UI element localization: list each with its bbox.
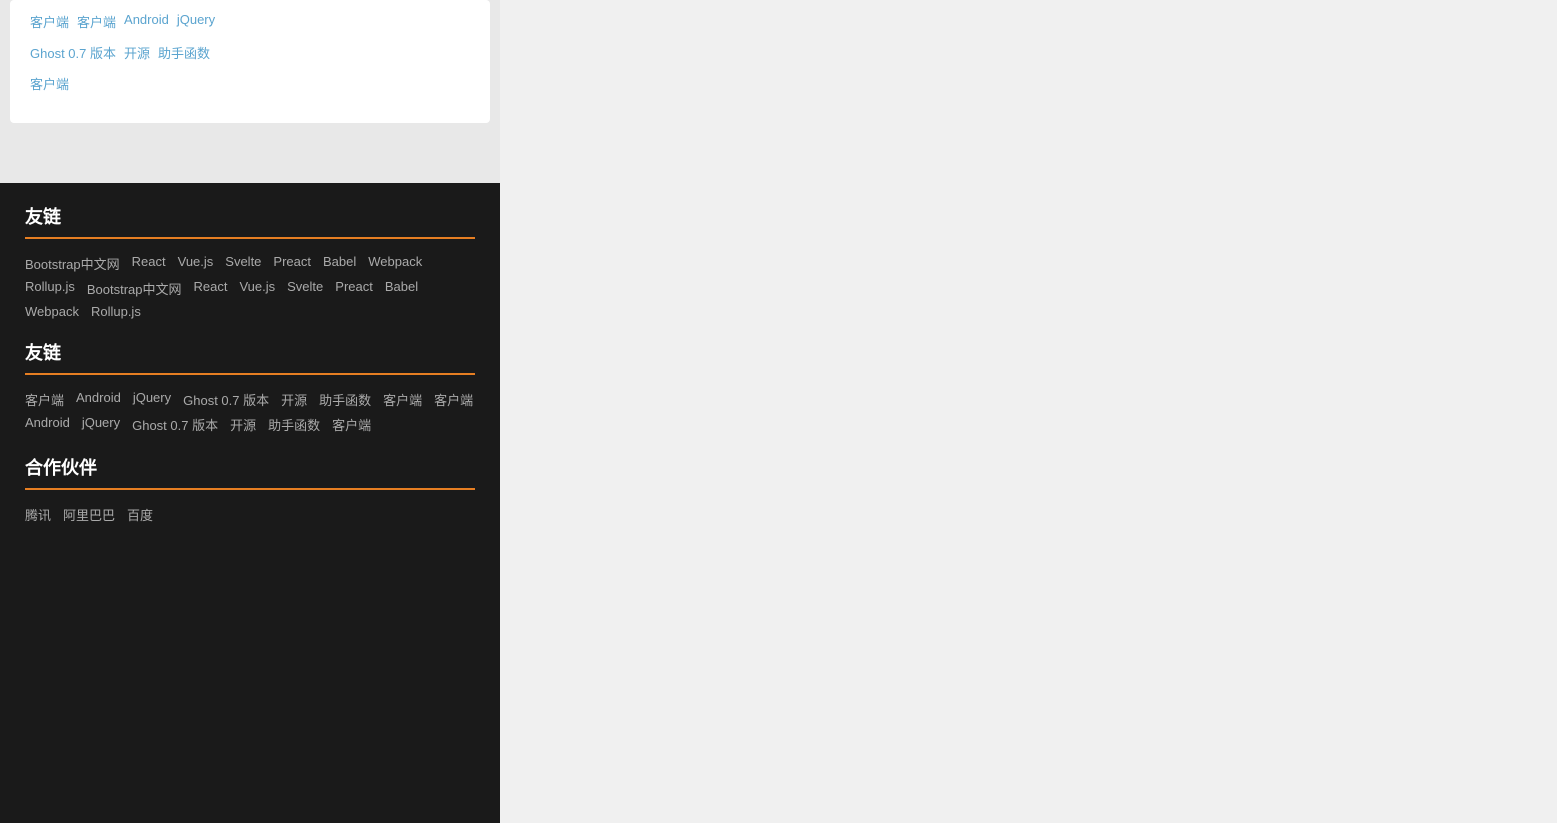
top-card: 客户端 客户端 Android jQuery Ghost 0.7 版本 开源 助… [10,0,490,123]
section-partners: 合作伙伴 腾讯 阿里巴巴 百度 [25,454,475,524]
link-bootstrap-2[interactable]: Bootstrap中文网 [87,279,182,298]
tag-row-1: 客户端 客户端 Android jQuery [30,10,470,33]
left-panel: 客户端 客户端 Android jQuery Ghost 0.7 版本 开源 助… [0,0,500,823]
link-android-3[interactable]: Android [25,415,70,434]
section-title-3: 合作伙伴 [25,454,475,480]
links-grid-1: Bootstrap中文网 React Vue.js Svelte Preact … [25,254,475,319]
tag-row-2: Ghost 0.7 版本 开源 助手函数 [30,41,470,64]
section-youlinks-1: 友链 Bootstrap中文网 React Vue.js Svelte Prea… [25,203,475,319]
link-opensource-3[interactable]: 开源 [230,415,256,434]
section-title-2: 友链 [25,339,475,365]
link-jquery-2[interactable]: jQuery [133,390,171,409]
link-preact-1[interactable]: Preact [273,254,311,273]
link-ghost-2[interactable]: Ghost 0.7 版本 [183,390,269,409]
link-opensource-2[interactable]: 开源 [281,390,307,409]
link-vuejs-2[interactable]: Vue.js [239,279,275,298]
tag-opensource[interactable]: 开源 [124,41,150,64]
link-client-2[interactable]: 客户端 [383,390,422,409]
link-baidu[interactable]: 百度 [127,505,153,524]
tag-ghost[interactable]: Ghost 0.7 版本 [30,41,116,64]
tag-jquery[interactable]: jQuery [177,10,215,33]
link-preact-2[interactable]: Preact [335,279,373,298]
link-client-4[interactable]: 客户端 [332,415,371,434]
link-tencent[interactable]: 腾讯 [25,505,51,524]
tag-row-3: 客户端 [30,72,470,95]
tag-client-1[interactable]: 客户端 [30,10,69,33]
link-babel-2[interactable]: Babel [385,279,418,298]
link-alibaba[interactable]: 阿里巴巴 [63,505,115,524]
link-helper-3[interactable]: 助手函数 [268,415,320,434]
divider-1 [25,237,475,239]
link-rollup-2[interactable]: Rollup.js [91,304,141,319]
link-client-1[interactable]: 客户端 [25,390,64,409]
links-grid-2: 客户端 Android jQuery Ghost 0.7 版本 开源 助手函数 … [25,390,475,434]
link-bootstrap-1[interactable]: Bootstrap中文网 [25,254,120,273]
link-vuejs-1[interactable]: Vue.js [178,254,214,273]
link-webpack-1[interactable]: Webpack [368,254,422,273]
link-react-1[interactable]: React [132,254,166,273]
links-grid-3: 腾讯 阿里巴巴 百度 [25,505,475,524]
link-android-2[interactable]: Android [76,390,121,409]
tag-client-2[interactable]: 客户端 [77,10,116,33]
link-helper-2[interactable]: 助手函数 [319,390,371,409]
tag-client-3[interactable]: 客户端 [30,72,69,95]
link-ghost-3[interactable]: Ghost 0.7 版本 [132,415,218,434]
link-react-2[interactable]: React [194,279,228,298]
section-title-1: 友链 [25,203,475,229]
tag-helper[interactable]: 助手函数 [158,41,210,64]
dark-section: 友链 Bootstrap中文网 React Vue.js Svelte Prea… [0,183,500,823]
gray-gap [0,123,500,183]
link-client-3[interactable]: 客户端 [434,390,473,409]
link-jquery-3[interactable]: jQuery [82,415,120,434]
divider-3 [25,488,475,490]
link-svelte-2[interactable]: Svelte [287,279,323,298]
link-rollup-1[interactable]: Rollup.js [25,279,75,298]
divider-2 [25,373,475,375]
link-svelte-1[interactable]: Svelte [225,254,261,273]
section-youlinks-2: 友链 客户端 Android jQuery Ghost 0.7 版本 开源 助手… [25,339,475,434]
tag-android[interactable]: Android [124,10,169,33]
link-babel-1[interactable]: Babel [323,254,356,273]
link-webpack-2[interactable]: Webpack [25,304,79,319]
right-panel [500,0,1557,823]
